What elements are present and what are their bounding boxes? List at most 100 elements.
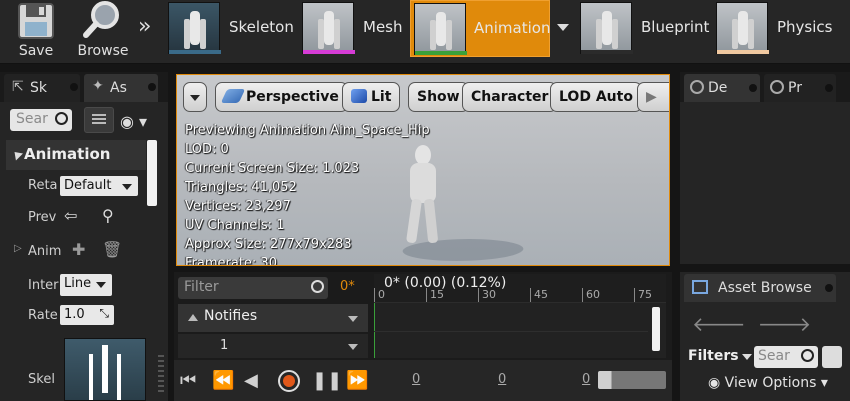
add-icon[interactable]: ✚ bbox=[72, 240, 85, 259]
search-icon bbox=[801, 349, 814, 362]
tab-asset-browser[interactable]: Asset Browse bbox=[684, 274, 836, 302]
lod-label: LOD Auto bbox=[559, 89, 633, 105]
magnifier-icon bbox=[83, 1, 119, 38]
tick-label: 0 bbox=[374, 288, 385, 302]
chevron-down-icon bbox=[741, 354, 752, 360]
character-button[interactable]: Character bbox=[462, 82, 558, 112]
timeline-zoom-slider[interactable] bbox=[598, 371, 666, 389]
anim-label: Anim bbox=[28, 244, 62, 259]
eye-icon[interactable]: ◉ ▾ bbox=[120, 112, 147, 131]
left-tab-row: ⇱ Sk ✦ As bbox=[0, 72, 168, 102]
history-nav-icons[interactable]: 🡐🡒 bbox=[692, 312, 823, 336]
perspective-icon bbox=[220, 89, 246, 103]
mode-mesh[interactable]: Mesh bbox=[302, 0, 406, 56]
search-small-icon[interactable]: ⚲ bbox=[102, 206, 114, 225]
tab-skeleton-tree[interactable]: ⇱ Sk bbox=[4, 74, 80, 102]
tab-close-icon[interactable] bbox=[825, 84, 833, 92]
eye-icon: ◉ bbox=[708, 375, 725, 391]
tab-asset-details[interactable]: ✦ As bbox=[84, 74, 158, 102]
viewport-menu-button[interactable] bbox=[183, 82, 207, 112]
expand-arrow-icon[interactable]: ▷ bbox=[14, 243, 22, 254]
transport-value[interactable]: 0 bbox=[582, 372, 590, 387]
stat-line: Approx Size: 277x79x283 bbox=[185, 237, 352, 252]
stat-line: LOD: 0 bbox=[185, 142, 229, 157]
tab-close-icon[interactable] bbox=[749, 84, 757, 92]
character-label: Character bbox=[471, 89, 549, 105]
notifies-track-header[interactable]: Notifies bbox=[178, 304, 368, 332]
step-back-icon[interactable]: ⏪ bbox=[212, 370, 234, 391]
search-placeholder: Sear bbox=[16, 111, 48, 127]
animation-thumbnail bbox=[414, 3, 467, 55]
animation-dropdown-icon[interactable] bbox=[557, 24, 569, 31]
property-matrix-button[interactable] bbox=[84, 107, 114, 133]
preview-viewport[interactable]: Perspective Lit Show Character LOD Auto … bbox=[176, 74, 670, 266]
left-search-input[interactable]: Sear bbox=[10, 109, 72, 131]
timeline-scrollbar[interactable] bbox=[652, 307, 660, 351]
chevron-down-icon[interactable] bbox=[348, 344, 358, 350]
mode-mesh-label: Mesh bbox=[363, 18, 403, 36]
mode-animation[interactable]: Animation bbox=[410, 0, 550, 57]
lod-button[interactable]: LOD Auto bbox=[550, 82, 642, 112]
transport-value[interactable]: 0 bbox=[412, 372, 420, 387]
camera-speed-button[interactable]: ▶ bbox=[637, 82, 669, 112]
skeleton-thumbnail bbox=[168, 2, 221, 54]
record-icon[interactable] bbox=[278, 370, 300, 392]
tab-preview-label: Pr bbox=[788, 80, 802, 96]
view-options-button[interactable]: ◉ View Options ▾ bbox=[708, 375, 828, 391]
tab-asset-browser-label: Asset Browse bbox=[718, 280, 812, 296]
timeline-ruler[interactable]: 0* (0.00) (0.12%) 0 15 30 45 60 75 bbox=[374, 274, 666, 302]
perspective-label: Perspective bbox=[246, 89, 339, 105]
save-button[interactable]: Save bbox=[6, 0, 66, 64]
trash-icon[interactable]: 🗑 bbox=[102, 240, 122, 259]
tab-close-icon[interactable] bbox=[70, 83, 78, 91]
pause-icon[interactable]: ❚❚ bbox=[312, 370, 342, 391]
chevron-down-icon[interactable] bbox=[348, 316, 358, 322]
arrow-left-icon[interactable]: ⇦ bbox=[64, 206, 77, 225]
tab-close-icon[interactable] bbox=[148, 83, 156, 91]
left-scrollbar[interactable] bbox=[147, 140, 157, 206]
interp-combo[interactable]: Line bbox=[60, 274, 112, 296]
notify-track-row[interactable]: 1 bbox=[178, 334, 368, 358]
retarget-label: Reta bbox=[28, 178, 58, 193]
step-forward-icon[interactable]: ⏩ bbox=[346, 370, 368, 391]
info-icon bbox=[690, 80, 704, 94]
show-button[interactable]: Show bbox=[408, 82, 469, 112]
info-icon bbox=[770, 80, 784, 94]
asset-search-placeholder: Sear bbox=[758, 348, 790, 364]
transport-value[interactable]: 0 bbox=[498, 372, 506, 387]
mode-blueprint[interactable]: Blueprint bbox=[580, 0, 712, 56]
asset-search-input[interactable]: Sear bbox=[754, 346, 818, 368]
rate-input[interactable]: 1.0 ⤡ bbox=[60, 305, 114, 325]
tab-asset-details-label: As bbox=[110, 80, 127, 96]
animation-section-header[interactable]: Animation bbox=[6, 140, 146, 170]
skeleton-asset-thumbnail[interactable] bbox=[64, 338, 146, 401]
resize-handle[interactable] bbox=[158, 355, 164, 395]
mode-skeleton-label: Skeleton bbox=[229, 18, 294, 36]
skip-to-start-icon[interactable]: ⏮ bbox=[180, 370, 196, 391]
notifies-label: Notifies bbox=[204, 308, 258, 324]
timeline-track-area[interactable] bbox=[374, 302, 666, 358]
interp-value: Line bbox=[64, 276, 92, 291]
timeline-filter-input[interactable]: Filter bbox=[178, 277, 328, 299]
tab-preview-settings[interactable]: Pr bbox=[764, 74, 836, 102]
lit-button[interactable]: Lit bbox=[342, 82, 401, 112]
filters-dropdown[interactable]: Filters bbox=[688, 348, 752, 364]
user-icon[interactable] bbox=[822, 346, 842, 368]
tab-details[interactable]: De bbox=[684, 74, 760, 102]
expand-chevron-icon[interactable]: » bbox=[138, 14, 152, 39]
viewport-stats: Previewing Animation Aim_Space_Hip LOD: … bbox=[185, 121, 430, 265]
camera-icon: ▶ bbox=[646, 89, 657, 105]
mode-skeleton[interactable]: Skeleton bbox=[168, 0, 298, 56]
tab-close-icon[interactable] bbox=[825, 284, 833, 292]
play-reverse-icon[interactable]: ◀ bbox=[244, 370, 258, 391]
mode-animation-label: Animation bbox=[474, 19, 551, 37]
figure-icon: ✦ bbox=[92, 78, 104, 94]
browse-button[interactable]: Browse bbox=[72, 0, 134, 64]
retarget-combo[interactable]: Default bbox=[60, 176, 138, 196]
tick-label: 75 bbox=[634, 288, 652, 302]
transport-controls: ⏮ ⏪ ◀ ❚❚ ⏩ 0 0 0 bbox=[174, 360, 672, 401]
physics-thumbnail bbox=[716, 2, 769, 54]
perspective-button[interactable]: Perspective bbox=[215, 82, 348, 112]
mode-physics[interactable]: Physics bbox=[716, 0, 850, 56]
tab-skeleton-tree-label: Sk bbox=[30, 80, 47, 96]
